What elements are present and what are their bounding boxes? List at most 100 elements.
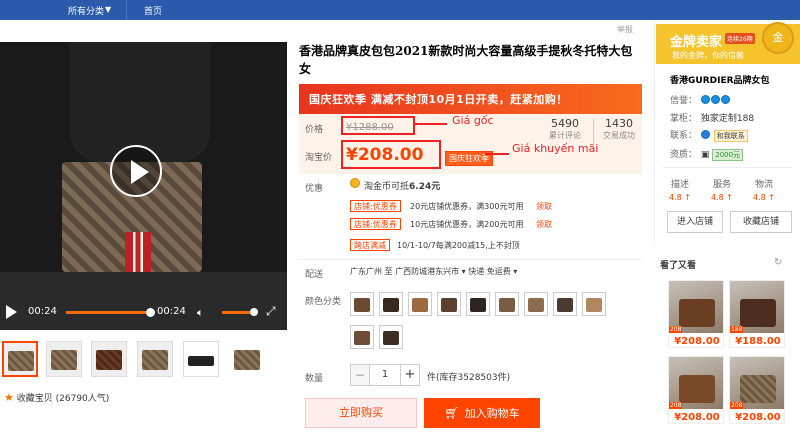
favorite-count: (26790人气) <box>55 394 110 404</box>
thumbnail-image <box>96 350 122 370</box>
favorite-shop-button[interactable]: 收藏店铺 <box>730 211 792 233</box>
color-option[interactable] <box>582 292 606 316</box>
annotation-line <box>485 153 509 155</box>
increase-quantity-button[interactable]: + <box>400 364 420 386</box>
color-option[interactable] <box>408 292 432 316</box>
enter-shop-button[interactable]: 进入店铺 <box>667 211 723 233</box>
mute-icon[interactable]: 🔈︎ <box>197 306 204 320</box>
recommended-item[interactable]: 208 ¥208.00 <box>668 280 724 348</box>
chevron-down-icon[interactable]: ▼ <box>105 5 111 14</box>
buy-now-button[interactable]: 立即购买 <box>305 398 417 428</box>
recommended-item[interactable]: 208 ¥208.00 <box>668 356 724 424</box>
item-price: ¥208.00 <box>735 412 781 423</box>
shipping-destination[interactable]: 广西防城港东兴市 <box>395 267 459 276</box>
rating-value: 4.8 ↑ <box>711 193 733 202</box>
claim-coupon-link[interactable]: 领取 <box>536 219 552 230</box>
deposit-badge: 2000元 <box>712 149 744 161</box>
decrease-quantity-button[interactable]: − <box>350 364 370 386</box>
color-option[interactable] <box>350 325 374 349</box>
color-option[interactable] <box>466 292 490 316</box>
play-icon[interactable] <box>6 305 17 319</box>
gold-seller-title: 金牌卖家 <box>670 35 723 50</box>
product-image <box>740 299 776 327</box>
favorite-item[interactable]: ★ 收藏宝贝 (26790人气) <box>4 391 109 404</box>
thumbnail-image <box>8 351 34 371</box>
favorite-label: 收藏宝贝 <box>16 394 53 404</box>
credit-icon <box>700 95 710 104</box>
promo-text: 国庆狂欢季 满减不封顶10月1日开卖，赶紧加购！ <box>309 93 568 106</box>
color-swatch-image <box>354 331 370 345</box>
thumbnail-image[interactable] <box>46 341 82 377</box>
color-option[interactable] <box>495 292 519 316</box>
color-swatch-image <box>383 331 399 345</box>
rating-service: 服务 4.8 ↑ <box>706 177 738 202</box>
price-tag: 208 <box>730 402 744 409</box>
thumbnail-image[interactable] <box>183 341 219 377</box>
home-link[interactable]: 首页 <box>144 4 162 17</box>
color-option[interactable] <box>379 325 403 349</box>
recommended-item[interactable]: 208 ¥208.00 <box>729 356 785 424</box>
annotation-line <box>415 123 447 125</box>
keeper-label: 掌柜： <box>670 114 698 124</box>
sale-price-label: 淘宝价 <box>305 153 333 163</box>
color-swatch-image <box>441 298 457 312</box>
thumbnail-image[interactable] <box>91 341 127 377</box>
discount-label: 优惠 <box>305 184 324 194</box>
section-divider <box>299 259 642 260</box>
review-label: 累计评论 <box>549 131 581 140</box>
item-price: ¥208.00 <box>674 412 720 423</box>
thumbnail-image <box>188 356 214 366</box>
volume-slider[interactable] <box>222 311 252 314</box>
shop-keeper-row: 掌柜： 独家定制188 <box>670 111 754 124</box>
color-swatch-image <box>528 298 544 312</box>
recommended-item[interactable]: 188 ¥188.00 <box>729 280 785 348</box>
coin-icon <box>350 178 360 188</box>
color-option[interactable] <box>524 292 548 316</box>
video-progress-bar[interactable] <box>66 311 150 314</box>
thumbnail-image[interactable] <box>229 341 265 377</box>
top-navigation: 所有分类 ▼ 首页 <box>0 0 800 20</box>
deposit-label: 资质： <box>670 150 698 160</box>
report-link[interactable]: 举报 <box>617 24 633 35</box>
quantity-label: 数量 <box>305 374 324 384</box>
color-option[interactable] <box>553 292 577 316</box>
color-option[interactable] <box>379 292 403 316</box>
price-tag: 208 <box>669 326 683 333</box>
keeper-name[interactable]: 独家定制188 <box>701 114 754 124</box>
chevron-down-icon[interactable]: ▾ <box>513 267 517 276</box>
chat-icon[interactable] <box>700 130 710 139</box>
volume-handle[interactable] <box>250 308 258 316</box>
claim-coupon-link[interactable]: 领取 <box>536 201 552 212</box>
thumbnail-image <box>234 350 260 370</box>
quantity-input[interactable]: 1 <box>370 364 400 386</box>
product-title: 香港品牌真皮包包2021新款时尚大容量高级手提秋冬托特大包女 <box>299 44 633 76</box>
video-progress-handle[interactable] <box>146 308 155 317</box>
product-image <box>679 375 715 403</box>
review-count[interactable]: 5490 累计评论 <box>540 117 590 141</box>
video-current-time: 00:24 <box>28 306 57 317</box>
color-swatch-image <box>586 298 602 312</box>
thumbnail-image[interactable] <box>137 341 173 377</box>
shipping-method: 快递 免运费 <box>468 267 511 276</box>
coupon-tag: 跨店满减 <box>350 239 390 251</box>
fullscreen-icon[interactable]: ⤢ <box>266 304 276 319</box>
add-to-cart-button[interactable]: 🛒︎ 加入购物车 <box>424 398 540 428</box>
thumbnail-video[interactable] <box>2 341 38 377</box>
promo-banner[interactable]: 国庆狂欢季 满减不封顶10月1日开卖，赶紧加购！ <box>299 84 642 114</box>
color-option[interactable] <box>350 292 374 316</box>
rating-logistics: 物流 4.8 ↑ <box>748 177 780 202</box>
refresh-icon[interactable]: ↻ <box>774 257 782 268</box>
play-button[interactable] <box>110 145 162 197</box>
gold-medal-icon: 金 <box>762 22 794 54</box>
coupon-tag: 店铺:优惠券 <box>350 218 401 230</box>
contact-button[interactable]: 和我联系 <box>713 130 748 142</box>
color-option[interactable] <box>437 292 461 316</box>
chevron-down-icon[interactable]: ▾ <box>462 267 466 276</box>
shop-name[interactable]: 香港GURDIER品牌女包 <box>670 73 770 86</box>
gold-seller-slogan: 我的金牌，你的信赖 <box>672 51 744 60</box>
sales-count: 1430 交易成功 <box>594 117 644 141</box>
coin-amount: 6.24元 <box>409 182 441 192</box>
see-also-title: 看了又看 <box>660 261 697 271</box>
shop-deposit-row: 资质： ▣ 2000元 <box>670 147 744 161</box>
all-categories-link[interactable]: 所有分类 <box>68 4 104 17</box>
